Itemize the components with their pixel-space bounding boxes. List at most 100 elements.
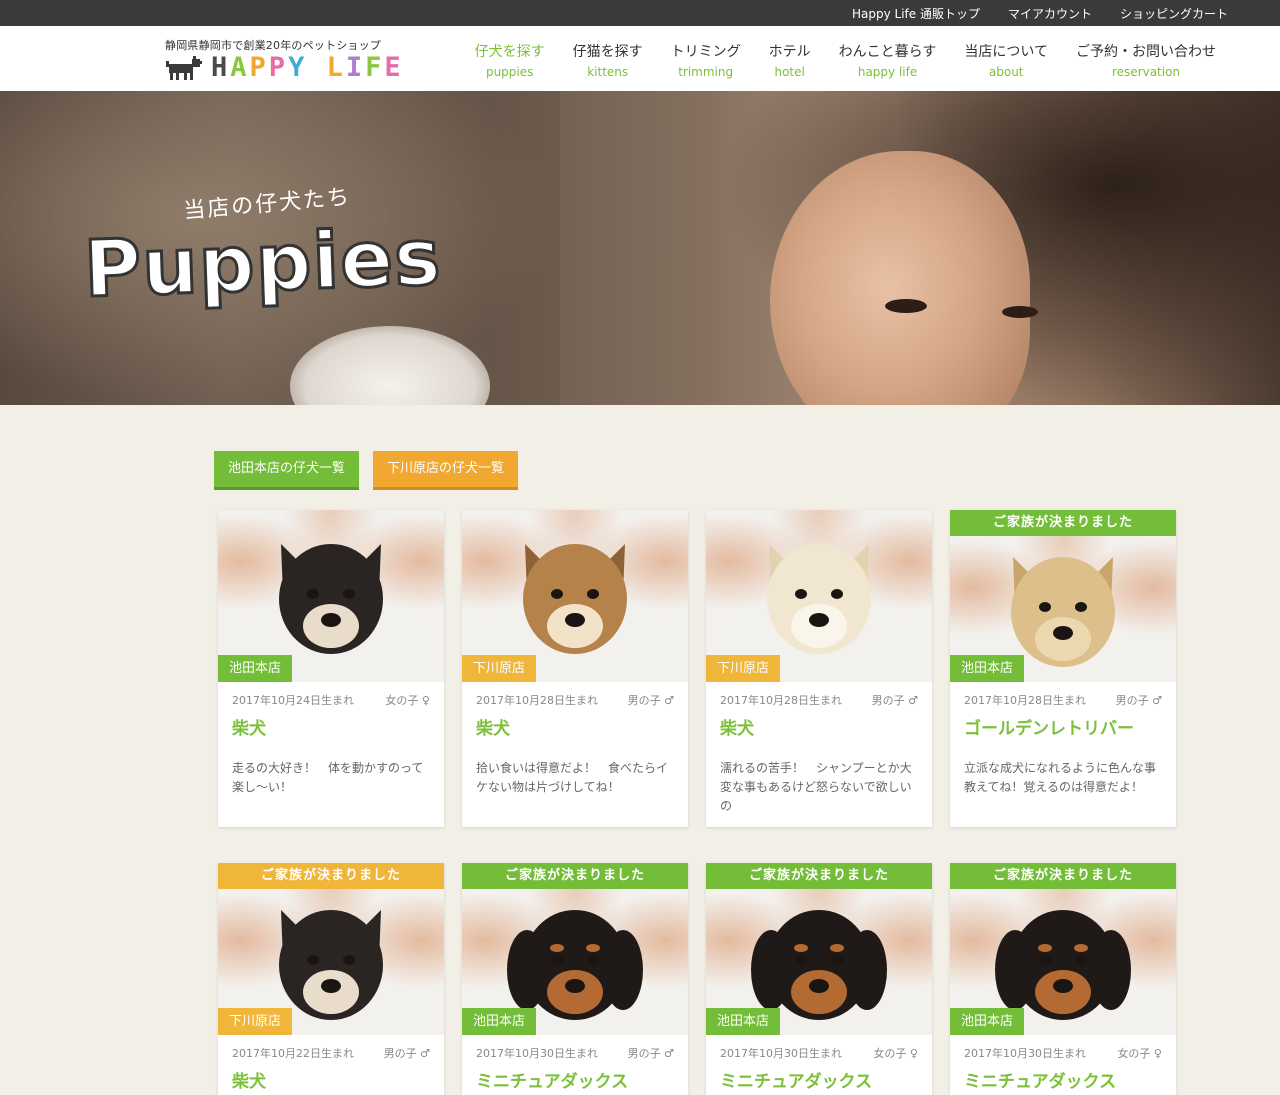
hero-title: Puppies xyxy=(81,211,444,316)
puppy-meta: 2017年10月30日生まれ 女の子 ♀ xyxy=(706,1035,932,1061)
puppy-photo[interactable]: 池田本店 xyxy=(950,536,1176,682)
puppy-meta: 2017年10月30日生まれ 女の子 ♀ xyxy=(950,1035,1176,1061)
nav-label: 当店について xyxy=(964,44,1048,60)
shop-tag: 池田本店 xyxy=(462,1008,537,1035)
adopted-banner: ご家族が決まりました xyxy=(706,863,932,889)
puppy-face-icon xyxy=(523,544,627,655)
puppy-photo[interactable]: 下川原店 xyxy=(218,889,444,1035)
nav-trimming[interactable]: トリミング trimming xyxy=(657,42,755,81)
puppy-breed[interactable]: ミニチュアダックス xyxy=(706,1061,932,1092)
birth-date: 2017年10月24日生まれ xyxy=(232,694,354,707)
nav-sublabel: about xyxy=(988,65,1024,79)
adopted-banner: ご家族が決まりました xyxy=(462,863,688,889)
my-account-link[interactable]: マイアカウント xyxy=(1008,5,1092,22)
shop-filters: 池田本店の仔犬一覧 下川原店の仔犬一覧 xyxy=(214,451,519,487)
puppy-meta: 2017年10月30日生まれ 男の子 ♂ xyxy=(462,1035,688,1061)
nav-label: 仔犬を探す xyxy=(474,44,545,60)
puppy-description: 立派な成犬になれるように色んな事教えてね！覚えるのは得意だよ！ xyxy=(964,761,1157,794)
nav-sublabel: reservation xyxy=(1111,65,1181,79)
shop-top-link[interactable]: Happy Life 通販トップ xyxy=(852,5,980,22)
puppy-card[interactable]: ご家族が決まりました 池田本店 2017年10月28日生まれ 男の子 ♂ ゴールデンレト… xyxy=(950,510,1176,827)
puppy-card[interactable]: ご家族が決まりました 池田本店 2017年10月30日生まれ 男の子 ♂ ミニチュアダッ… xyxy=(462,863,688,1095)
puppy-photo[interactable]: 池田本店 xyxy=(218,510,444,682)
birth-date: 2017年10月28日生まれ xyxy=(964,694,1086,707)
nav-happy-life[interactable]: わんこと暮らす happy life xyxy=(825,42,951,81)
puppy-breed[interactable]: ゴールデンレトリバー xyxy=(950,708,1176,739)
puppy-card[interactable]: 下川原店 2017年10月28日生まれ 男の子 ♂ 柴犬 拾い食いは得意だよ！ 食べたら… xyxy=(462,510,688,827)
puppy-breed[interactable]: 柴犬 xyxy=(218,708,444,739)
logo-wordmark: HAPPY LIFE xyxy=(211,52,404,83)
puppy-card[interactable]: ご家族が決まりました 池田本店 2017年10月30日生まれ 女の子 ♀ ミニチュアダッ… xyxy=(706,863,932,1095)
nav-label: ホテル xyxy=(768,44,811,60)
puppy-meta: 2017年10月28日生まれ 男の子 ♂ xyxy=(462,682,688,708)
puppy-card[interactable]: 下川原店 2017年10月28日生まれ 男の子 ♂ 柴犬濡れるの苦手！ シャンプーとか… xyxy=(706,510,932,827)
puppy-card[interactable]: ご家族が決まりました 池田本店 2017年10月30日生まれ 女の子 ♀ ミニチュアダッ… xyxy=(950,863,1176,1095)
puppy-photo[interactable]: 池田本店 xyxy=(706,889,932,1035)
birth-date: 2017年10月22日生まれ xyxy=(232,1047,354,1060)
puppy-sex: 男の子 ♂ xyxy=(627,694,674,707)
nav-label: ご予約・お問い合わせ xyxy=(1076,44,1216,60)
nav-kittens[interactable]: 仔猫を探す kittens xyxy=(559,42,657,81)
shop-tag: 下川原店 xyxy=(462,655,537,682)
nav-sublabel: puppies xyxy=(485,65,534,79)
puppy-sex: 女の子 ♀ xyxy=(1117,1047,1162,1060)
birth-date: 2017年10月28日生まれ xyxy=(476,694,598,707)
birth-date: 2017年10月28日生まれ xyxy=(720,694,842,707)
shop-tag: 池田本店 xyxy=(706,1008,781,1035)
nav-sublabel: happy life xyxy=(857,65,918,79)
shop-tag: 池田本店 xyxy=(950,1008,1025,1035)
puppy-photo[interactable]: 下川原店 xyxy=(462,510,688,682)
shimokawara-puppies-button[interactable]: 下川原店の仔犬一覧 xyxy=(373,451,519,487)
dog-logo-icon xyxy=(166,56,202,80)
nav-sublabel: hotel xyxy=(774,65,805,79)
adopted-banner: ご家族が決まりました xyxy=(950,510,1176,536)
puppy-photo[interactable]: 池田本店 xyxy=(462,889,688,1035)
hero-eye xyxy=(885,299,927,313)
puppy-meta: 2017年10月28日生まれ 男の子 ♂ xyxy=(950,682,1176,708)
puppy-description: 濡れるの苦手！ シャンプーとか大変な事もあるけど怒らないで欲しいの xyxy=(720,761,912,813)
puppy-card[interactable]: 池田本店 2017年10月24日生まれ 女の子 ♀ 柴犬走るの大好き！ 体を動かすのっ… xyxy=(218,510,444,827)
nav-reservation[interactable]: ご予約・お問い合わせ reservation xyxy=(1062,42,1230,81)
puppy-sex: 女の子 ♀ xyxy=(873,1047,918,1060)
puppy-sex: 女の子 ♀ xyxy=(385,694,430,707)
puppy-meta: 2017年10月24日生まれ 女の子 ♀ xyxy=(218,682,444,708)
puppy-face-icon xyxy=(767,544,871,655)
nav-label: わんこと暮らす xyxy=(838,44,937,60)
puppy-description: 走るの大好き！ 体を動かすのって楽し〜い！ xyxy=(232,761,424,794)
adopted-banner: ご家族が決まりました xyxy=(218,863,444,889)
puppy-photo[interactable]: 下川原店 xyxy=(706,510,932,682)
puppy-card[interactable]: ご家族が決まりました 下川原店 2017年10月22日生まれ 男の子 ♂ 柴犬 xyxy=(218,863,444,1095)
adopted-banner: ご家族が決まりました xyxy=(950,863,1176,889)
tagline: 静岡県静岡市で創業20年のペットショップ xyxy=(165,39,381,52)
shop-tag: 下川原店 xyxy=(218,1008,293,1035)
puppy-photo[interactable]: 池田本店 xyxy=(950,889,1176,1035)
nav-sublabel: kittens xyxy=(587,65,629,79)
shopping-cart-link[interactable]: ショッピングカート xyxy=(1120,5,1228,22)
ikeda-puppies-button[interactable]: 池田本店の仔犬一覧 xyxy=(214,451,360,487)
puppy-breed[interactable]: ミニチュアダックス xyxy=(950,1061,1176,1092)
nav-label: 仔猫を探す xyxy=(572,44,643,60)
nav-label: トリミング xyxy=(670,44,741,60)
puppy-breed[interactable]: ミニチュアダックス xyxy=(462,1061,688,1092)
puppy-meta: 2017年10月28日生まれ 男の子 ♂ xyxy=(706,682,932,708)
shop-tag: 池田本店 xyxy=(950,655,1025,682)
hero-banner: 当店の仔犬たち Puppies xyxy=(0,91,1280,405)
shop-tag: 下川原店 xyxy=(706,655,781,682)
logo[interactable]: 静岡県静岡市で創業20年のペットショップ HAPPY LIFE xyxy=(165,37,404,81)
puppy-breed[interactable]: 柴犬 xyxy=(462,708,688,739)
puppy-sex: 男の子 ♂ xyxy=(1115,694,1162,707)
puppy-sex: 男の子 ♂ xyxy=(383,1047,430,1060)
main-nav: 仔犬を探す puppies 仔猫を探す kittens トリミング trimmi… xyxy=(461,42,1230,81)
puppy-sex: 男の子 ♂ xyxy=(871,694,918,707)
puppy-breed[interactable]: 柴犬 xyxy=(218,1061,444,1092)
nav-hotel[interactable]: ホテル hotel xyxy=(755,42,825,81)
hero-eye xyxy=(1002,306,1038,318)
puppy-face-icon xyxy=(279,544,383,655)
nav-puppies[interactable]: 仔犬を探す puppies xyxy=(461,42,559,81)
site-header: 静岡県静岡市で創業20年のペットショップ HAPPY LIFE 仔犬を探す pu… xyxy=(0,26,1280,91)
puppy-meta: 2017年10月22日生まれ 男の子 ♂ xyxy=(218,1035,444,1061)
nav-about[interactable]: 当店について about xyxy=(950,42,1062,81)
puppy-breed[interactable]: 柴犬 xyxy=(706,708,932,739)
birth-date: 2017年10月30日生まれ xyxy=(476,1047,598,1060)
puppy-sex: 男の子 ♂ xyxy=(627,1047,674,1060)
